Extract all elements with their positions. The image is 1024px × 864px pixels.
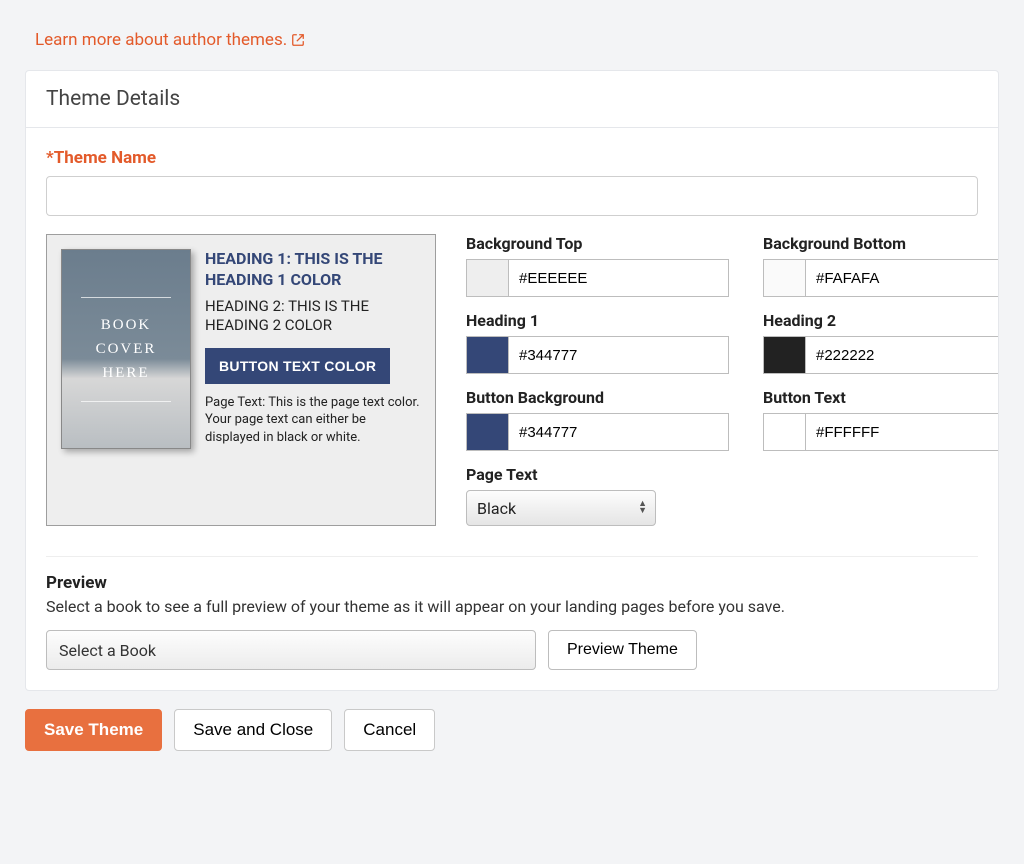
label-heading-2: Heading 2 (763, 311, 999, 330)
external-link-icon (291, 33, 305, 47)
select-page-text-value: Black (477, 499, 516, 518)
theme-details-card: Theme Details *Theme Name BOOK COVER HER… (25, 70, 999, 691)
preview-heading-2: HEADING 2: THIS IS THE HEADING 2 COLOR (205, 297, 421, 336)
footer-actions: Save Theme Save and Close Cancel (25, 709, 999, 751)
swatch-bg-bottom[interactable] (764, 260, 806, 296)
swatch-button-bg[interactable] (467, 414, 509, 450)
cover-text-line1: BOOK COVER (96, 317, 157, 357)
preview-theme-button[interactable]: Preview Theme (548, 630, 697, 670)
theme-preview-box: BOOK COVER HERE HEADING 1: THIS IS THE H… (46, 234, 436, 526)
input-button-text[interactable] (806, 414, 999, 450)
select-book[interactable]: Select a Book (46, 630, 536, 670)
divider (46, 556, 978, 557)
save-theme-button[interactable]: Save Theme (25, 709, 162, 751)
input-button-bg[interactable] (509, 414, 728, 450)
field-button-text[interactable] (763, 413, 999, 451)
swatch-heading-2[interactable] (764, 337, 806, 373)
preview-button-sample: BUTTON TEXT COLOR (205, 348, 390, 384)
learn-more-text: Learn more about author themes. (35, 30, 287, 50)
cancel-button[interactable]: Cancel (344, 709, 435, 751)
swatch-button-text[interactable] (764, 414, 806, 450)
label-bg-bottom: Background Bottom (763, 234, 999, 253)
select-page-text[interactable]: Black ▲▼ (466, 490, 656, 526)
cover-ornament-bottom (81, 401, 171, 402)
field-bg-bottom[interactable] (763, 259, 999, 297)
label-page-text: Page Text (466, 465, 729, 484)
cover-text-line2: HERE (102, 365, 149, 381)
input-heading-2[interactable] (806, 337, 999, 373)
label-bg-top: Background Top (466, 234, 729, 253)
learn-more-link[interactable]: Learn more about author themes. (35, 30, 305, 50)
preview-section-title: Preview (46, 573, 978, 593)
field-bg-top[interactable] (466, 259, 729, 297)
swatch-bg-top[interactable] (467, 260, 509, 296)
swatch-heading-1[interactable] (467, 337, 509, 373)
chevron-updown-icon: ▲▼ (638, 501, 647, 515)
label-button-text: Button Text (763, 388, 999, 407)
card-title: Theme Details (26, 71, 998, 128)
preview-heading-1: HEADING 1: THIS IS THE HEADING 1 COLOR (205, 249, 421, 291)
input-bg-top[interactable] (509, 260, 728, 296)
preview-page-text: Page Text: This is the page text color. … (205, 394, 421, 447)
color-controls: Background Top Background Bottom Heading… (466, 234, 999, 526)
field-button-bg[interactable] (466, 413, 729, 451)
input-heading-1[interactable] (509, 337, 728, 373)
save-and-close-button[interactable]: Save and Close (174, 709, 332, 751)
preview-section-subtitle: Select a book to see a full preview of y… (46, 597, 978, 616)
field-heading-1[interactable] (466, 336, 729, 374)
theme-name-input[interactable] (46, 176, 978, 216)
label-button-bg: Button Background (466, 388, 729, 407)
book-cover-placeholder: BOOK COVER HERE (61, 249, 191, 449)
theme-name-label: *Theme Name (46, 148, 978, 168)
cover-ornament-top (81, 297, 171, 298)
label-heading-1: Heading 1 (466, 311, 729, 330)
field-heading-2[interactable] (763, 336, 999, 374)
input-bg-bottom[interactable] (806, 260, 999, 296)
select-book-placeholder: Select a Book (59, 641, 156, 660)
